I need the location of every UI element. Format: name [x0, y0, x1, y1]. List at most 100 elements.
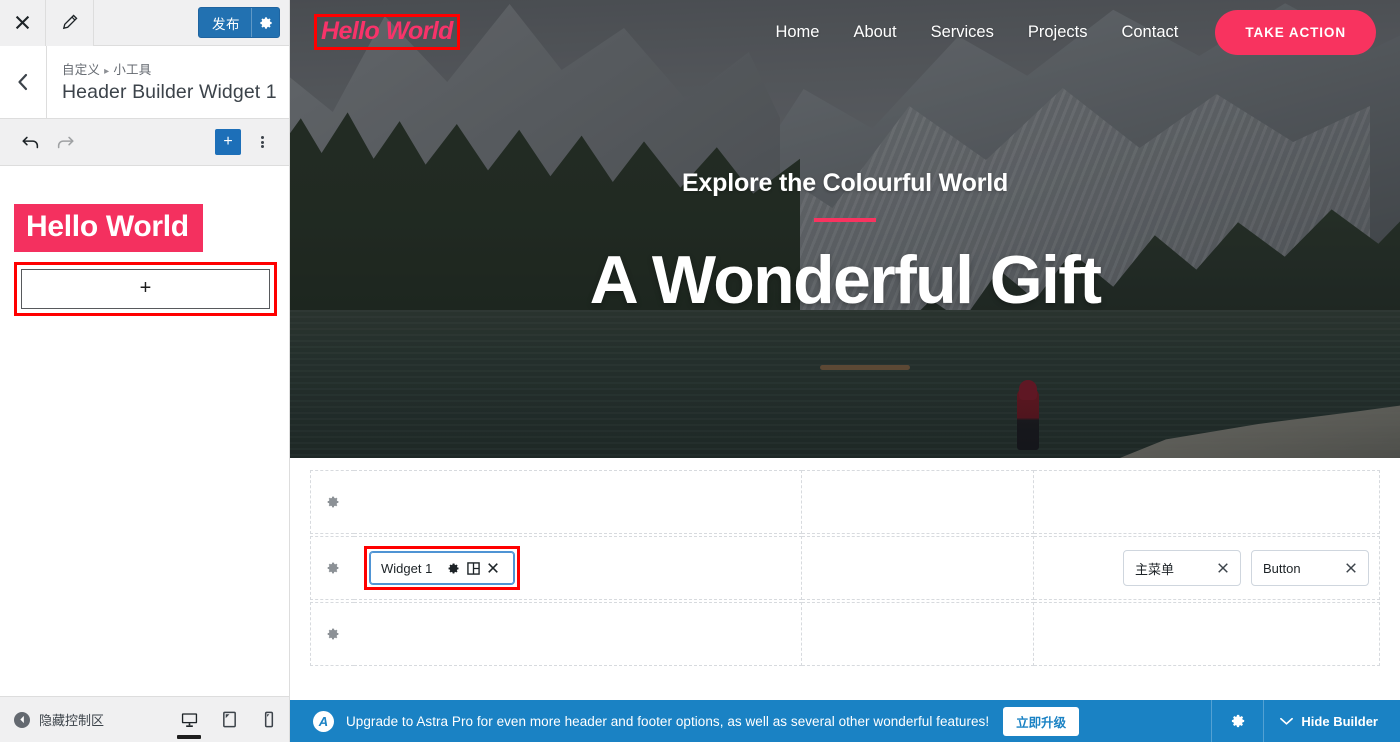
close-icon [14, 14, 31, 31]
below-header-zone-center[interactable] [802, 602, 1035, 666]
hide-builder-label: Hide Builder [1301, 713, 1378, 729]
header-builder-panel: Widget 1 主菜单 Button [290, 458, 1400, 700]
widget-chip-selection-outline: Widget 1 [364, 546, 521, 590]
publish-button[interactable]: 发布 [199, 13, 251, 33]
site-preview: Hello World Home About Services Projects… [290, 0, 1400, 742]
page-title: Header Builder Widget 1 [62, 81, 277, 103]
nav-item-about[interactable]: About [836, 23, 913, 42]
astra-upgrade-message: Upgrade to Astra Pro for even more heade… [346, 713, 990, 729]
site-logo-selection-outline: Hello World [314, 13, 460, 51]
block-editor-toolbar: + [0, 119, 289, 166]
take-action-button[interactable]: TAKE ACTION [1215, 9, 1376, 55]
builder-item-widget-1-label: Widget 1 [381, 560, 433, 576]
close-customizer-button[interactable] [0, 0, 46, 46]
mobile-icon [262, 710, 276, 729]
desktop-icon [180, 710, 199, 729]
primary-header-zone-center[interactable] [802, 536, 1035, 600]
breadcrumb-row: 自定义 ▸ 小工具 Header Builder Widget 1 [0, 46, 289, 119]
breadcrumb-separator-icon: ▸ [104, 66, 110, 77]
publish-button-group[interactable]: 发布 [198, 7, 280, 38]
hero-subtitle: Explore the Colourful World [681, 168, 1009, 197]
customizer-sidebar: 发布 自定义 ▸ 小工具 Header Builder Widget 1 + H… [0, 0, 290, 742]
builder-row-below-header [310, 602, 1380, 666]
block-appender-highlight: + [14, 261, 277, 316]
astra-upgrade-bar: A Upgrade to Astra Pro for even more hea… [290, 700, 1400, 742]
above-header-row-settings-button[interactable] [310, 470, 354, 534]
astra-settings-button[interactable] [1211, 700, 1263, 742]
astra-upgrade-button[interactable]: 立即升级 [1003, 706, 1080, 736]
preview-desktop-button[interactable] [169, 697, 209, 742]
builder-row-above-header [310, 470, 1380, 534]
widget-remove-close-icon[interactable] [483, 562, 503, 574]
button-remove-close-icon[interactable] [1345, 562, 1357, 574]
undo-button[interactable] [14, 125, 48, 159]
back-button[interactable] [0, 46, 47, 118]
gear-icon [326, 495, 340, 509]
nav-item-home[interactable]: Home [758, 23, 836, 42]
block-appender-button[interactable]: + [21, 268, 270, 309]
undo-icon [21, 132, 41, 152]
gear-icon [1230, 713, 1246, 729]
below-header-zones [354, 602, 1380, 666]
gear-icon [326, 627, 340, 641]
builder-item-widget-1[interactable]: Widget 1 [369, 551, 516, 585]
primary-header-row-settings-button[interactable] [310, 536, 354, 600]
preview-tablet-button[interactable] [209, 697, 249, 742]
edit-pencil-button[interactable] [46, 0, 94, 46]
primary-header-zone-right[interactable]: 主菜单 Button [1034, 536, 1380, 600]
collapse-arrow-icon [14, 711, 30, 728]
breadcrumb-path: 自定义 ▸ 小工具 [62, 59, 277, 78]
nav-item-contact[interactable]: Contact [1104, 23, 1195, 42]
collapse-sidebar-label: 隐藏控制区 [39, 713, 105, 728]
hide-builder-button[interactable]: Hide Builder [1263, 700, 1400, 742]
chevron-down-icon [1280, 717, 1294, 726]
widget-settings-gear-icon[interactable] [443, 562, 463, 575]
pencil-icon [60, 13, 79, 32]
collapse-sidebar-button[interactable]: 隐藏控制区 [14, 710, 104, 729]
above-header-zone-center[interactable] [802, 470, 1035, 534]
site-logo[interactable]: Hello World [321, 18, 453, 45]
builder-item-main-menu[interactable]: 主菜单 [1123, 550, 1241, 586]
preview-mobile-button[interactable] [249, 697, 289, 742]
builder-item-button-label: Button [1263, 560, 1301, 576]
primary-menu: Home About Services Projects Contact TAK… [758, 9, 1376, 55]
kebab-menu-icon [260, 135, 264, 150]
gear-icon [326, 561, 340, 575]
hero-divider [814, 217, 876, 222]
breadcrumb-child[interactable]: 小工具 [113, 63, 151, 77]
more-options-button[interactable] [249, 129, 275, 155]
widget-layout-icon[interactable] [463, 561, 483, 575]
breadcrumb: 自定义 ▸ 小工具 Header Builder Widget 1 [47, 46, 277, 118]
redo-button[interactable] [48, 125, 82, 159]
below-header-zone-left[interactable] [354, 602, 803, 666]
above-header-zone-right[interactable] [1034, 470, 1380, 534]
hello-world-heading-block[interactable]: Hello World [14, 204, 203, 252]
add-block-button[interactable]: + [215, 129, 241, 155]
gear-icon [259, 16, 273, 30]
widget-block-list: Hello World + [0, 204, 289, 316]
builder-row-primary-header: Widget 1 主菜单 Button [310, 536, 1380, 600]
hero-title: A Wonderful Gift [589, 241, 1102, 318]
main-menu-remove-close-icon[interactable] [1217, 562, 1229, 574]
nav-item-projects[interactable]: Projects [1011, 23, 1105, 42]
customizer-topbar: 发布 [0, 0, 289, 46]
nav-item-services[interactable]: Services [914, 23, 1011, 42]
hero-copy: Explore the Colourful World A Wonderful … [290, 0, 1400, 458]
customizer-footer: 隐藏控制区 [0, 696, 289, 742]
breadcrumb-parent[interactable]: 自定义 [62, 63, 100, 77]
hero-section: Hello World Home About Services Projects… [290, 0, 1400, 458]
site-header-nav: Hello World Home About Services Projects… [290, 0, 1400, 64]
above-header-zones [354, 470, 1380, 534]
astra-logo-icon: A [313, 710, 334, 732]
widget-area-body: Hello World + [0, 166, 289, 696]
chevron-left-icon [16, 73, 30, 91]
below-header-row-settings-button[interactable] [310, 602, 354, 666]
builder-item-main-menu-label: 主菜单 [1135, 561, 1175, 577]
redo-icon [55, 132, 75, 152]
customizer-app: 发布 自定义 ▸ 小工具 Header Builder Widget 1 + H… [0, 0, 1400, 742]
builder-item-button[interactable]: Button [1251, 550, 1369, 586]
primary-header-zone-left[interactable]: Widget 1 [354, 536, 803, 600]
publish-settings-button[interactable] [251, 8, 279, 37]
above-header-zone-left[interactable] [354, 470, 803, 534]
below-header-zone-right[interactable] [1034, 602, 1380, 666]
